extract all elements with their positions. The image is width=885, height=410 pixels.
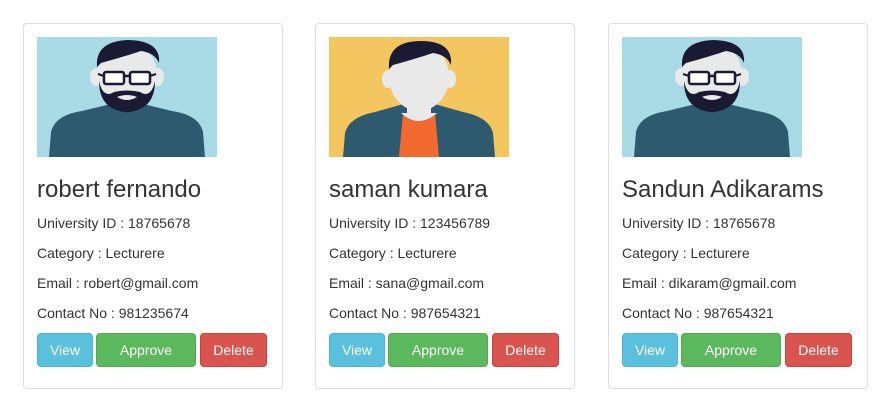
approve-button[interactable]: Approve: [388, 333, 488, 367]
university-id: University ID : 18765678: [622, 215, 776, 231]
view-button[interactable]: View: [37, 333, 93, 367]
contact-no: Contact No : 987654321: [622, 305, 774, 321]
user-card: robert fernando University ID : 18765678…: [23, 23, 283, 389]
user-name: saman kumara: [329, 176, 488, 203]
user-card: saman kumara University ID : 123456789 C…: [315, 23, 575, 389]
user-name: robert fernando: [37, 176, 202, 203]
delete-button[interactable]: Delete: [785, 333, 852, 367]
bearded-man-avatar: [37, 37, 217, 157]
email: Email : robert@gmail.com: [37, 275, 199, 291]
view-button[interactable]: View: [329, 333, 385, 367]
university-id: University ID : 123456789: [329, 215, 491, 231]
category: Category : Lecturere: [37, 245, 165, 261]
approve-button[interactable]: Approve: [96, 333, 196, 367]
university-id: University ID : 18765678: [37, 215, 191, 231]
contact-no: Contact No : 987654321: [329, 305, 481, 321]
delete-button[interactable]: Delete: [492, 333, 559, 367]
category: Category : Lecturere: [329, 245, 457, 261]
view-button[interactable]: View: [622, 333, 678, 367]
category: Category : Lecturere: [622, 245, 750, 261]
user-card: Sandun Adikarams University ID : 1876567…: [608, 23, 868, 389]
bearded-man-avatar: [622, 37, 802, 157]
contact-no: Contact No : 981235674: [37, 305, 189, 321]
approve-button[interactable]: Approve: [681, 333, 781, 367]
man-avatar: [329, 37, 509, 157]
email: Email : dikaram@gmail.com: [622, 275, 797, 291]
delete-button[interactable]: Delete: [200, 333, 267, 367]
email: Email : sana@gmail.com: [329, 275, 485, 291]
user-name: Sandun Adikarams: [622, 176, 824, 203]
